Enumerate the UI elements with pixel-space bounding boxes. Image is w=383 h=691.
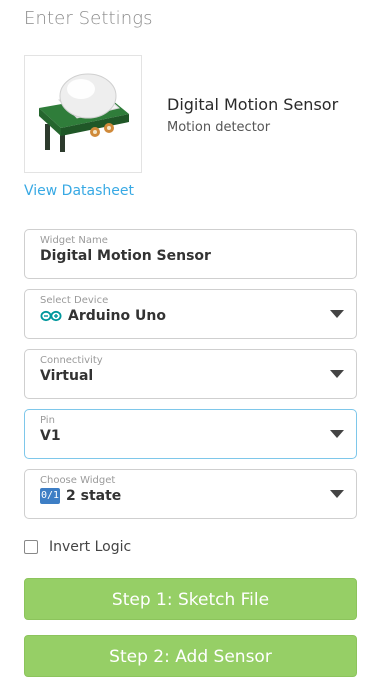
view-datasheet-link[interactable]: View Datasheet [24,183,134,199]
device-value-row: Arduino Uno [40,308,166,324]
sensor-image [24,55,142,173]
device-label: Select Device [40,295,109,306]
pin-select[interactable]: Pin V1 [24,409,357,459]
widget-name-value: Digital Motion Sensor [40,248,211,264]
pir-sensor-image [39,73,129,152]
add-sensor-button[interactable]: Step 2: Add Sensor [24,635,357,677]
invert-logic-option[interactable]: Invert Logic [24,539,131,555]
device-select[interactable]: Select Device Arduino Uno [24,289,357,339]
chevron-down-icon [330,430,344,438]
widget-name-label: Widget Name [40,235,108,246]
widget-value-row: 0/1 2 state [40,488,121,504]
pin-label: Pin [40,415,55,426]
invert-logic-label: Invert Logic [49,539,132,555]
widget-name-field[interactable]: Widget Name Digital Motion Sensor [24,229,357,279]
sketch-file-button[interactable]: Step 1: Sketch File [24,578,357,620]
chevron-down-icon [330,370,344,378]
chevron-down-icon [330,310,344,318]
toggle-widget-icon: 0/1 [40,488,60,504]
widget-value: 2 state [66,488,122,504]
connectivity-select[interactable]: Connectivity Virtual [24,349,357,399]
arduino-icon [40,310,62,322]
page-title: Enter Settings [24,8,153,29]
chevron-down-icon [330,490,344,498]
widget-select[interactable]: Choose Widget 0/1 2 state [24,469,357,519]
invert-logic-checkbox[interactable] [24,540,38,554]
device-value: Arduino Uno [68,308,166,324]
sensor-description: Motion detector [167,120,271,135]
connectivity-label: Connectivity [40,355,103,366]
connectivity-value: Virtual [40,368,94,384]
sensor-name: Digital Motion Sensor [167,95,339,114]
widget-label: Choose Widget [40,475,116,486]
pin-value: V1 [40,428,61,444]
